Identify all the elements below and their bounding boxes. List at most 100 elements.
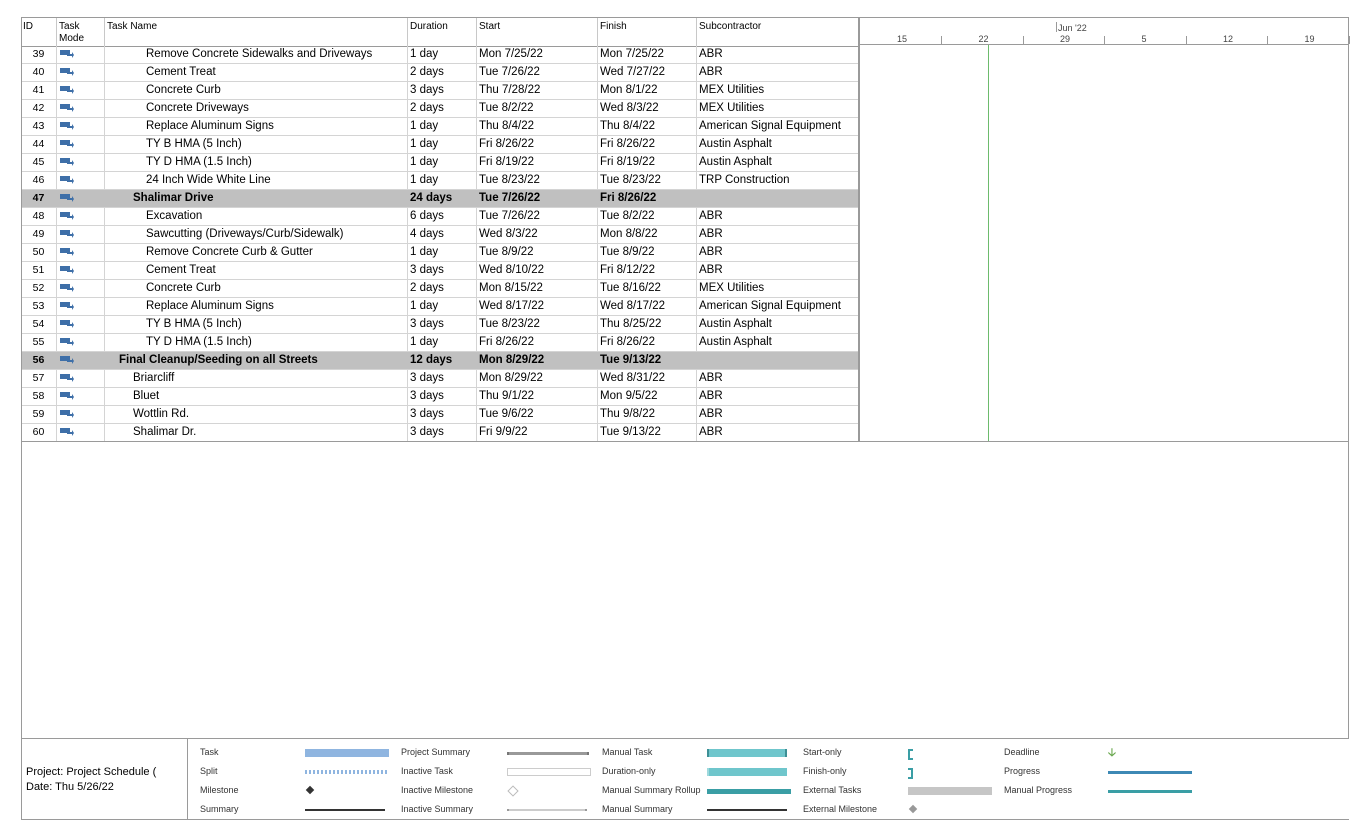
task-row[interactable]: 40 Cement Treat 2 days Tue 7/26/22 Wed 7/27/… [21, 64, 859, 82]
task-name-cell[interactable]: Concrete Driveways [105, 100, 408, 117]
task-row[interactable]: 52 Concrete Curb 2 days Mon 8/15/22 Tue 8/16… [21, 280, 859, 298]
task-name-cell[interactable]: Cement Treat [105, 262, 408, 279]
task-subcontractor-cell[interactable]: ABR [697, 46, 859, 63]
task-row[interactable]: 39 Remove Concrete Sidewalks and Driveway… [21, 46, 859, 64]
task-finish-cell[interactable]: Tue 9/13/22 [598, 352, 697, 369]
task-mode-cell[interactable] [57, 406, 105, 423]
task-id-cell[interactable]: 52 [21, 280, 57, 297]
task-finish-cell[interactable]: Fri 8/12/22 [598, 262, 697, 279]
task-id-cell[interactable]: 57 [21, 370, 57, 387]
task-subcontractor-cell[interactable]: ABR [697, 262, 859, 279]
task-duration-cell[interactable]: 3 days [408, 370, 477, 387]
task-id-cell[interactable]: 50 [21, 244, 57, 261]
task-start-cell[interactable]: Tue 8/23/22 [477, 316, 598, 333]
task-start-cell[interactable]: Fri 8/26/22 [477, 136, 598, 153]
summary-task-row[interactable]: 47 Shalimar Drive 24 days Tue 7/26/22 Fri 8/… [21, 190, 859, 208]
task-duration-cell[interactable]: 2 days [408, 100, 477, 117]
task-row[interactable]: 44 TY B HMA (5 Inch) 1 day Fri 8/26/22 Fri 8… [21, 136, 859, 154]
task-start-cell[interactable]: Tue 7/26/22 [477, 64, 598, 81]
task-start-cell[interactable]: Tue 7/26/22 [477, 190, 598, 207]
task-id-cell[interactable]: 47 [21, 190, 57, 207]
task-row[interactable]: 49 Sawcutting (Driveways/Curb/Sidewalk) 4 … [21, 226, 859, 244]
task-row[interactable]: 59 Wottlin Rd. 3 days Tue 9/6/22 Thu 9/8/22 A… [21, 406, 859, 424]
task-subcontractor-cell[interactable] [697, 190, 859, 207]
task-id-cell[interactable]: 54 [21, 316, 57, 333]
task-start-cell[interactable]: Fri 8/26/22 [477, 334, 598, 351]
task-subcontractor-cell[interactable]: MEX Utilities [697, 100, 859, 117]
task-mode-cell[interactable] [57, 352, 105, 369]
task-mode-cell[interactable] [57, 424, 105, 441]
gantt-chart[interactable]: Jun '22 15 22 29 5 12 19 [859, 17, 1350, 441]
task-name-cell[interactable]: Sawcutting (Driveways/Curb/Sidewalk) [105, 226, 408, 243]
task-duration-cell[interactable]: 3 days [408, 424, 477, 441]
task-id-cell[interactable]: 56 [21, 352, 57, 369]
task-row[interactable]: 60 Shalimar Dr. 3 days Fri 9/9/22 Tue 9/13/2… [21, 424, 859, 442]
task-row[interactable]: 55 TY D HMA (1.5 Inch) 1 day Fri 8/26/22 Fri… [21, 334, 859, 352]
task-name-cell[interactable]: TY B HMA (5 Inch) [105, 316, 408, 333]
task-name-cell[interactable]: 24 Inch Wide White Line [105, 172, 408, 189]
task-finish-cell[interactable]: Thu 9/8/22 [598, 406, 697, 423]
task-row[interactable]: 42 Concrete Driveways 2 days Tue 8/2/22 Wed … [21, 100, 859, 118]
task-mode-cell[interactable] [57, 154, 105, 171]
task-id-cell[interactable]: 43 [21, 118, 57, 135]
task-duration-cell[interactable]: 1 day [408, 136, 477, 153]
task-id-cell[interactable]: 45 [21, 154, 57, 171]
task-name-cell[interactable]: Concrete Curb [105, 280, 408, 297]
task-name-cell[interactable]: Cement Treat [105, 64, 408, 81]
task-duration-cell[interactable]: 3 days [408, 82, 477, 99]
task-id-cell[interactable]: 51 [21, 262, 57, 279]
task-start-cell[interactable]: Mon 8/15/22 [477, 280, 598, 297]
task-start-cell[interactable]: Tue 7/26/22 [477, 208, 598, 225]
task-row[interactable]: 53 Replace Aluminum Signs 1 day Wed 8/17/22… [21, 298, 859, 316]
task-subcontractor-cell[interactable] [697, 352, 859, 369]
task-finish-cell[interactable]: Wed 8/31/22 [598, 370, 697, 387]
task-start-cell[interactable]: Thu 9/1/22 [477, 388, 598, 405]
task-mode-cell[interactable] [57, 262, 105, 279]
task-id-cell[interactable]: 39 [21, 46, 57, 63]
task-name-cell[interactable]: Final Cleanup/Seeding on all Streets [105, 352, 408, 369]
col-header-duration[interactable]: Duration [408, 18, 477, 46]
task-mode-cell[interactable] [57, 136, 105, 153]
task-subcontractor-cell[interactable]: ABR [697, 406, 859, 423]
task-mode-cell[interactable] [57, 298, 105, 315]
col-header-task-mode[interactable]: Task Mode [57, 18, 105, 46]
task-duration-cell[interactable]: 3 days [408, 316, 477, 333]
task-subcontractor-cell[interactable]: TRP Construction [697, 172, 859, 189]
task-start-cell[interactable]: Tue 9/6/22 [477, 406, 598, 423]
task-name-cell[interactable]: Briarcliff [105, 370, 408, 387]
grid-gantt-divider[interactable] [858, 17, 859, 441]
task-finish-cell[interactable]: Mon 8/8/22 [598, 226, 697, 243]
timescale[interactable]: Jun '22 15 22 29 5 12 19 [860, 17, 1350, 45]
task-duration-cell[interactable]: 1 day [408, 118, 477, 135]
task-row[interactable]: 48 Excavation 6 days Tue 7/26/22 Tue 8/2/22 A… [21, 208, 859, 226]
task-name-cell[interactable]: Bluet [105, 388, 408, 405]
task-subcontractor-cell[interactable]: ABR [697, 370, 859, 387]
task-subcontractor-cell[interactable]: ABR [697, 64, 859, 81]
task-row[interactable]: 43 Replace Aluminum Signs 1 day Thu 8/4/22 T… [21, 118, 859, 136]
task-duration-cell[interactable]: 3 days [408, 262, 477, 279]
task-finish-cell[interactable]: Wed 8/3/22 [598, 100, 697, 117]
col-header-task-name[interactable]: Task Name [105, 18, 408, 46]
task-subcontractor-cell[interactable]: Austin Asphalt [697, 316, 859, 333]
task-name-cell[interactable]: Remove Concrete Curb & Gutter [105, 244, 408, 261]
task-subcontractor-cell[interactable]: MEX Utilities [697, 82, 859, 99]
task-duration-cell[interactable]: 3 days [408, 388, 477, 405]
task-duration-cell[interactable]: 24 days [408, 190, 477, 207]
task-id-cell[interactable]: 55 [21, 334, 57, 351]
task-subcontractor-cell[interactable]: American Signal Equipment [697, 118, 859, 135]
task-finish-cell[interactable]: Wed 7/27/22 [598, 64, 697, 81]
task-duration-cell[interactable]: 1 day [408, 244, 477, 261]
task-duration-cell[interactable]: 1 day [408, 154, 477, 171]
task-mode-cell[interactable] [57, 334, 105, 351]
task-mode-cell[interactable] [57, 100, 105, 117]
task-name-cell[interactable]: TY D HMA (1.5 Inch) [105, 334, 408, 351]
task-row[interactable]: 54 TY B HMA (5 Inch) 3 days Tue 8/23/22 Thu … [21, 316, 859, 334]
task-name-cell[interactable]: Remove Concrete Sidewalks and Driveways [105, 46, 408, 63]
task-duration-cell[interactable]: 1 day [408, 172, 477, 189]
task-start-cell[interactable]: Thu 8/4/22 [477, 118, 598, 135]
task-name-cell[interactable]: Excavation [105, 208, 408, 225]
task-id-cell[interactable]: 44 [21, 136, 57, 153]
task-mode-cell[interactable] [57, 388, 105, 405]
task-start-cell[interactable]: Tue 8/23/22 [477, 172, 598, 189]
task-name-cell[interactable]: Wottlin Rd. [105, 406, 408, 423]
